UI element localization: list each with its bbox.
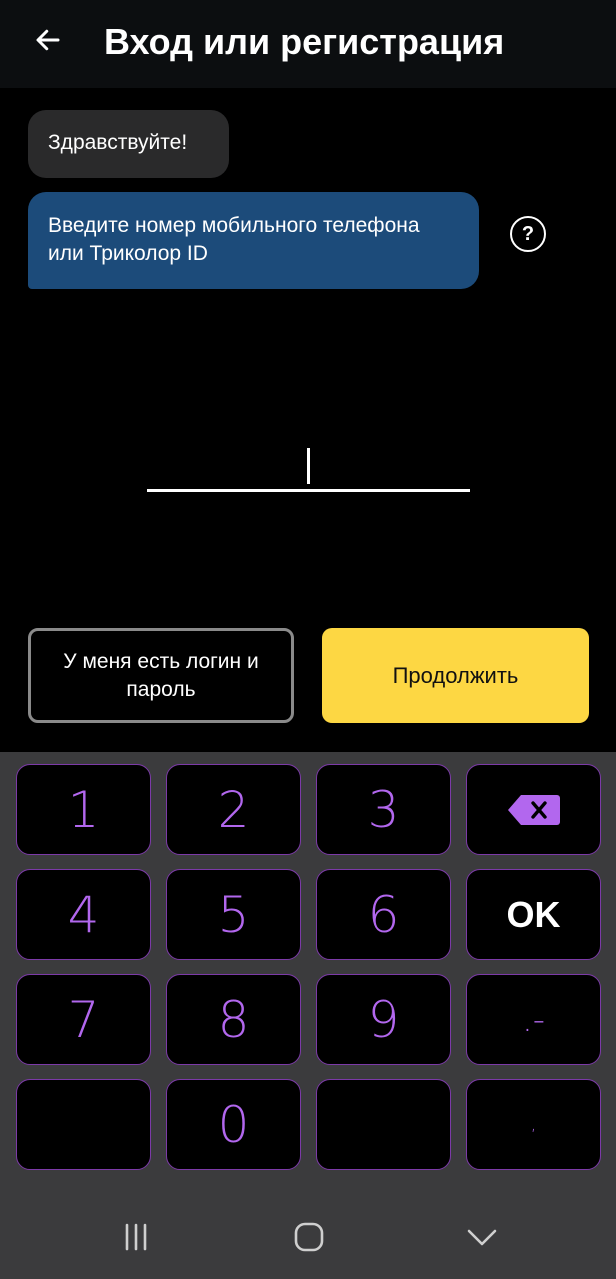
- key-ok[interactable]: OK: [466, 869, 601, 960]
- greeting-bubble: Здравствуйте!: [28, 110, 229, 178]
- key-3[interactable]: 3: [316, 764, 451, 855]
- home-icon: [294, 1222, 324, 1252]
- login-password-label: У меня есть логин и пароль: [63, 649, 259, 701]
- key-empty-right[interactable]: [316, 1079, 451, 1170]
- key-2[interactable]: 2: [166, 764, 301, 855]
- key-1[interactable]: 1: [16, 764, 151, 855]
- key-4[interactable]: 4: [16, 869, 151, 960]
- system-nav-bar: [0, 1195, 616, 1279]
- nav-recents-button[interactable]: [116, 1221, 156, 1253]
- key-0[interactable]: 0: [166, 1079, 301, 1170]
- chevron-down-icon: [467, 1229, 497, 1246]
- backspace-icon: [507, 794, 560, 825]
- back-button[interactable]: [26, 18, 70, 62]
- prompt-bubble: Введите номер мобильного телефона или Тр…: [28, 192, 479, 289]
- app-bar: Вход или регистрация: [0, 0, 616, 88]
- continue-label: Продолжить: [392, 662, 519, 688]
- continue-button[interactable]: Продолжить: [322, 628, 589, 723]
- key-dot-dash[interactable]: .-: [466, 974, 601, 1065]
- key-9[interactable]: 9: [316, 974, 451, 1065]
- key-8[interactable]: 8: [166, 974, 301, 1065]
- help-button[interactable]: ?: [510, 216, 546, 252]
- key-6[interactable]: 6: [316, 869, 451, 960]
- key-backspace[interactable]: [466, 764, 601, 855]
- nav-back-button[interactable]: [462, 1221, 502, 1253]
- key-5[interactable]: 5: [166, 869, 301, 960]
- key-empty-left[interactable]: [16, 1079, 151, 1170]
- phone-input-container: [147, 440, 470, 492]
- key-7[interactable]: 7: [16, 974, 151, 1065]
- page-title: Вход или регистрация: [104, 21, 505, 62]
- nav-home-button[interactable]: [289, 1221, 329, 1253]
- key-comma[interactable]: ,: [466, 1079, 601, 1170]
- arrow-left-icon: [36, 29, 60, 51]
- recents-icon: [125, 1223, 147, 1251]
- text-caret: [307, 448, 310, 484]
- question-mark-icon: ?: [521, 222, 535, 245]
- numeric-keyboard: 1 2 3 4 5 6 OK 7 8 9 .- 0 ,: [0, 752, 616, 1195]
- login-password-button[interactable]: У меня есть логин и пароль: [28, 628, 294, 723]
